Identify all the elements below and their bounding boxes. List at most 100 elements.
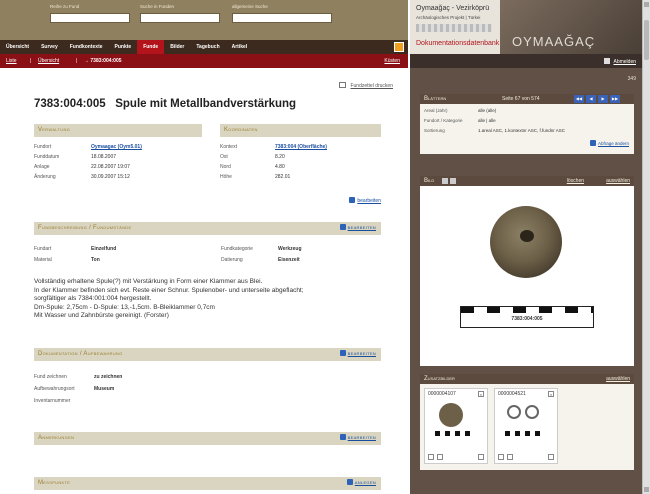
thumbnail-edit-icon[interactable] (498, 454, 504, 460)
zeichnen-key: Fund zeichnen (34, 374, 67, 380)
nav-funde[interactable]: Funde (137, 40, 165, 54)
nav-survey[interactable]: Survey (35, 40, 64, 54)
thumbnail-card[interactable]: 0000004521 × (494, 388, 558, 464)
fundbeschreibung-title: Fundbeschreibung / Fundumstände (38, 225, 132, 231)
thumbnail-zoom-icon[interactable] (437, 454, 443, 460)
nav-artikel[interactable]: Artikel (226, 40, 254, 54)
edit-icon (339, 434, 346, 440)
image-icon[interactable] (442, 178, 448, 184)
zusatzbilder-header: Zusatzbilder auswählen (420, 374, 634, 384)
ost-key: Ost (220, 154, 228, 160)
page-scrollbar[interactable] (642, 0, 650, 494)
datierung-key: Datierung (221, 257, 243, 263)
search-label-allgemein: allgemeine Suche (232, 4, 268, 9)
edit-verwaltung-label[interactable]: bearbeiten (357, 198, 381, 204)
nav-extra-button[interactable] (394, 42, 404, 52)
add-messpunkt-label[interactable]: anlegen (355, 480, 376, 486)
sortierung-value: 1.areal ASC, 1.kontextnr ASC, f.fundnr A… (478, 128, 566, 133)
nav-uebersicht[interactable]: Übersicht (0, 40, 35, 54)
kontext-link[interactable]: 7383:004 (Oberfläche) (275, 144, 327, 150)
thumbnail-move-icon[interactable] (478, 454, 484, 460)
thumbnail-remove-icon[interactable]: × (478, 391, 484, 397)
page-title-id: 7383:004:005 (34, 98, 106, 110)
funddatum-key: Funddatum (34, 154, 60, 160)
site-header: Oymaağaç - Vezirköprü Archäologisches Pr… (410, 0, 642, 54)
thumbnail-drawing (507, 405, 521, 419)
scroll-up-arrow[interactable] (644, 2, 649, 7)
nav-fundkontexte[interactable]: Fundkontexte (64, 40, 109, 54)
thumbnail-drawing (525, 405, 539, 419)
record-count: 349 (627, 76, 636, 82)
breadcrumb: Liste | Übersicht | → 7383:004:005 Küste… (0, 54, 408, 68)
bild-title: Bild (424, 178, 435, 184)
breadcrumb-kuesten[interactable]: Küsten (384, 54, 400, 68)
fundart-value: Einzelfund (91, 246, 117, 252)
areal-key: Areal (Jahr) (424, 108, 448, 113)
edit-fundbeschreibung[interactable]: bearbeiten (339, 222, 376, 235)
inventarnummer-key: Inventarnummer (34, 398, 71, 404)
zoom-icon[interactable] (450, 178, 456, 184)
change-query[interactable]: Abfrage ändern (589, 140, 629, 146)
edit-fundbeschreibung-label[interactable]: bearbeiten (348, 225, 376, 231)
breadcrumb-uebersicht[interactable]: Übersicht (38, 54, 59, 68)
search-band: Reihe zu Fund Suche in Funden allgemeine… (0, 0, 408, 40)
fundort-link[interactable]: Oymaagac (Oym5.01) (91, 144, 142, 150)
edit-dokumentation[interactable]: bearbeiten (339, 348, 376, 361)
user-bar: Abmelden (410, 54, 642, 68)
search-reihe-input[interactable] (50, 13, 130, 23)
datierung-value: Eisenzeit (278, 257, 300, 263)
section-messpunkte: Messpunkte anlegen (34, 477, 381, 490)
select-image-link[interactable]: auswählen (606, 176, 630, 186)
thumbnail-id: 0000004107 (428, 391, 456, 397)
nav-bilder[interactable]: Bilder (164, 40, 190, 54)
aufbewahrung-value: Museum (94, 386, 115, 392)
search-funde-input[interactable] (140, 13, 220, 23)
add-messpunkt[interactable]: anlegen (346, 477, 376, 490)
change-query-label[interactable]: Abfrage ändern (598, 141, 629, 146)
fundart-key: Fundart (34, 246, 52, 252)
nav-punkte[interactable]: Punkte (109, 40, 138, 54)
thumbnail-move-icon[interactable] (548, 454, 554, 460)
edit-anmerkungen[interactable]: bearbeiten (339, 432, 376, 445)
thumbnail-edit-icon[interactable] (428, 454, 434, 460)
scroll-down-arrow[interactable] (644, 487, 649, 492)
section-dokumentation: Dokumentation / Aufbewahrung bearbeiten (34, 348, 381, 361)
zusatzbilder-panel: Zusatzbilder auswählen 0000004107 × 0000… (420, 374, 634, 470)
page-title-desc: Spule mit Metallbandverstärkung (115, 98, 297, 110)
prev-page-button[interactable]: ◀ (586, 95, 596, 103)
fundort-kat-value: alle | alle (478, 118, 496, 123)
fundkategorie-value: Werkzeug (278, 246, 302, 252)
aenderung-key: Änderung (34, 174, 56, 180)
breadcrumb-liste[interactable]: Liste (6, 54, 17, 68)
first-page-button[interactable]: ◀◀ (574, 95, 584, 103)
edit-dokumentation-label[interactable]: bearbeiten (348, 351, 376, 357)
select-additional-link[interactable]: auswählen (606, 374, 630, 384)
header-logo-panel: Oymaağaç - Vezirköprü Archäologisches Pr… (410, 0, 500, 54)
add-icon (346, 479, 353, 485)
search-allgemein-input[interactable] (232, 13, 332, 23)
scale-label: 7383:004:005 (511, 316, 543, 322)
thumbnail-remove-icon[interactable]: × (548, 391, 554, 397)
search-label-reihe: Reihe zu Fund (50, 4, 80, 9)
thumbnail-card[interactable]: 0000004107 × (424, 388, 488, 464)
delete-image-link[interactable]: löschen (567, 176, 584, 186)
print-link-wrap[interactable]: Fundzettel drucken (339, 82, 393, 89)
dokumentation-table: Fund zeichnen zu zeichnen Aufbewahrungso… (34, 374, 381, 410)
hoehe-key: Höhe (220, 174, 232, 180)
print-link[interactable]: Fundzettel drucken (350, 83, 393, 89)
next-page-button[interactable]: ▶ (598, 95, 608, 103)
edit-anmerkungen-label[interactable]: bearbeiten (348, 435, 376, 441)
edit-verwaltung[interactable]: bearbeiten (349, 197, 381, 204)
zeichnen-value: zu zeichnen (94, 374, 123, 380)
thumbnail-scale (505, 431, 545, 436)
right-sidebar: 349 Blättern Seite 67 von 574 ◀◀ ◀ ▶ ▶▶ … (410, 68, 642, 494)
nav-tagebuch[interactable]: Tagebuch (190, 40, 225, 54)
thumbnail-scale (435, 431, 475, 436)
logout-button[interactable]: Abmelden (604, 58, 636, 65)
last-page-button[interactable]: ▶▶ (610, 95, 620, 103)
main-nav: Übersicht Survey Fundkontexte Punkte Fun… (0, 40, 408, 54)
logout-label[interactable]: Abmelden (613, 59, 636, 65)
kontext-key: Kontext (220, 144, 237, 150)
scroll-thumb[interactable] (644, 20, 649, 60)
thumbnail-zoom-icon[interactable] (507, 454, 513, 460)
